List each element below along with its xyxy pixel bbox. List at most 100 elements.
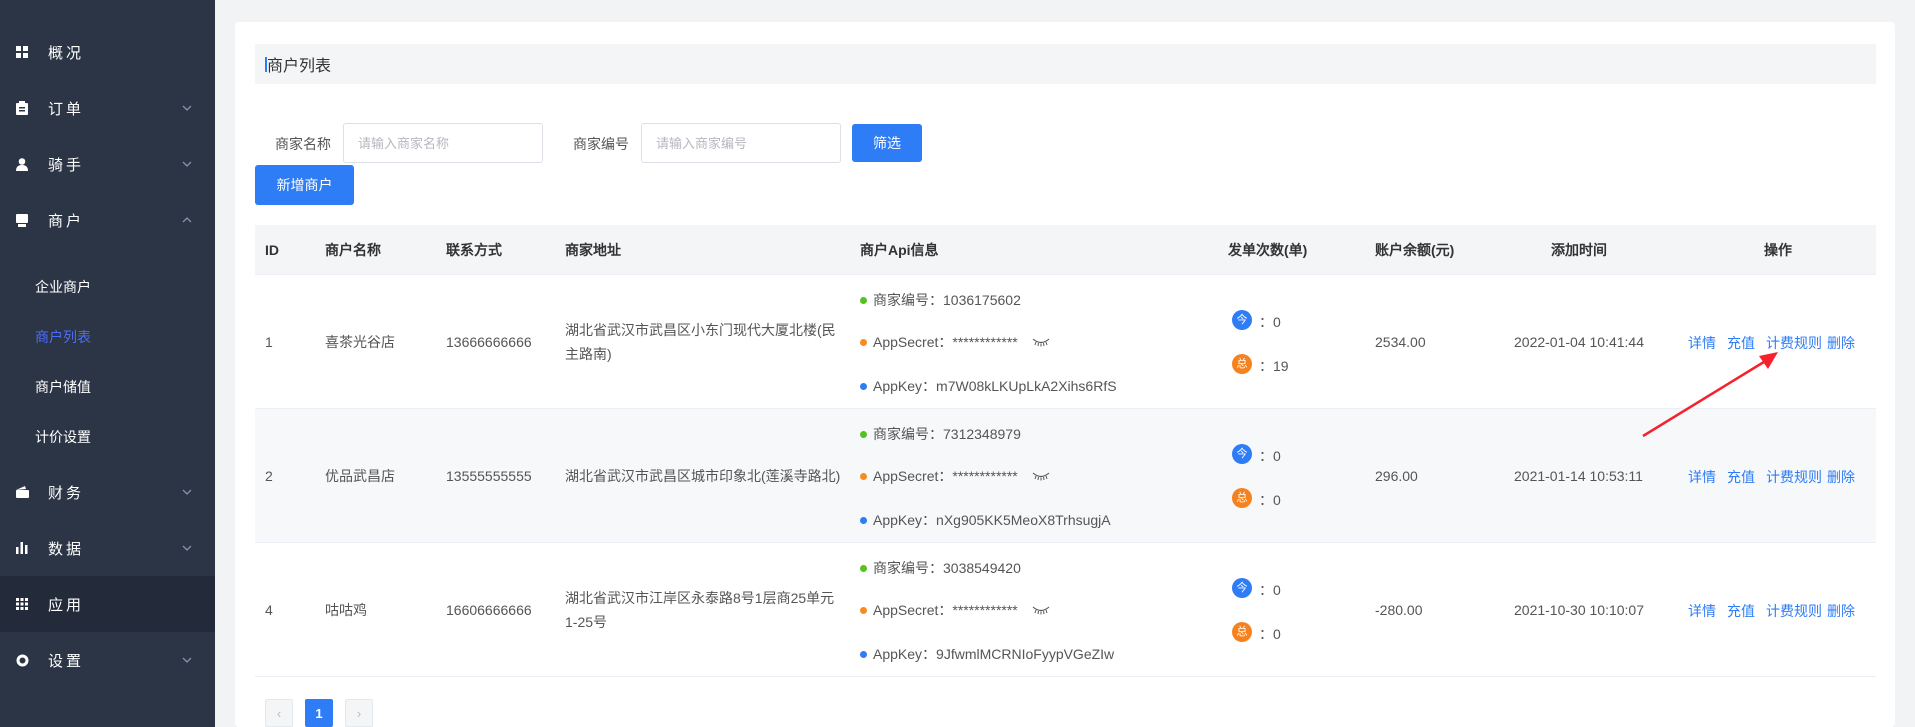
user-icon (14, 156, 30, 172)
sub-item-merchant-list[interactable]: 商户列表 (0, 312, 215, 362)
app-secret: AppSecret：************ (873, 334, 1018, 350)
app-secret: AppSecret：************ (873, 602, 1018, 618)
account-balance: -280.00 (1375, 602, 1423, 618)
merchant-code: 商家编号：1036175602 (873, 292, 1021, 308)
account-balance: 2534.00 (1375, 334, 1426, 350)
added-time: 2022-01-04 10:41:44 (1514, 334, 1644, 350)
wallet-icon (14, 484, 30, 500)
nav-item-data[interactable]: 数据 (0, 520, 215, 576)
chevron-down-icon (182, 489, 192, 495)
column-header: 发单次数(单) (1228, 242, 1308, 258)
merchant-id: 1 (265, 334, 273, 350)
table-row: 1 喜茶光谷店 13666666666 湖北省武汉市武昌区小东门现代大厦北楼(民… (255, 275, 1876, 409)
nav-label: 骑手 (48, 156, 85, 174)
total-badge-icon: 总 (1232, 354, 1252, 374)
recharge-link[interactable]: 充值 (1727, 467, 1755, 487)
sub-item-enterprise-merchants[interactable]: 企业商户 (0, 262, 215, 312)
today-order-count: ：0 (1259, 582, 1281, 598)
merchant-address: 湖北省武汉市武昌区城市印象北(莲溪寺路北) (565, 468, 841, 484)
chevron-up-icon (182, 217, 192, 223)
merchant-name: 咕咕鸡 (325, 602, 367, 618)
delete-link[interactable]: 删除 (1827, 467, 1855, 487)
nav-item-riders[interactable]: 骑手 (0, 136, 215, 192)
nav-label: 财务 (48, 484, 85, 502)
nav-item-finance[interactable]: 财务 (0, 464, 215, 520)
merchant-name-input[interactable] (343, 123, 543, 163)
added-time: 2021-10-30 10:10:07 (1514, 602, 1644, 618)
column-header: 账户余额(元) (1375, 242, 1455, 258)
sub-item-pricing-settings[interactable]: 计价设置 (0, 412, 215, 462)
column-header: 添加时间 (1551, 242, 1607, 258)
prev-page-button[interactable]: ‹ (265, 699, 293, 727)
sub-item-merchant-balance[interactable]: 商户储值 (0, 362, 215, 412)
table-header: ID 商户名称 联系方式 商家地址 商户Api信息 发单次数(单) 账户余额(元… (255, 225, 1876, 275)
nav-label: 商户 (48, 212, 85, 230)
merchant-id: 2 (265, 468, 273, 484)
nav-item-orders[interactable]: 订单 (0, 80, 215, 136)
merchant-name-label: 商家名称 (275, 136, 331, 152)
recharge-link[interactable]: 充值 (1727, 601, 1755, 621)
app-secret: AppSecret：************ (873, 468, 1018, 484)
nav-item-overview[interactable]: 概况 (0, 24, 215, 80)
content-card: 商户列表 商家名称 商家编号 筛选 新增商户 ID 商户名称 联系方式 商家地址… (235, 22, 1895, 727)
page-title: 商户列表 (255, 44, 1876, 84)
add-merchant-button[interactable]: 新增商户 (255, 165, 354, 205)
bar-chart-icon (14, 540, 30, 556)
filter-button[interactable]: 筛选 (852, 124, 922, 162)
today-badge-icon: 今 (1232, 578, 1252, 598)
nav-item-settings[interactable]: 设置 (0, 632, 215, 688)
merchant-address: 湖北省武汉市武昌区小东门现代大厦北楼(民主路南) (565, 322, 836, 362)
eye-closed-icon[interactable] (1032, 605, 1050, 615)
today-badge-icon: 今 (1232, 444, 1252, 464)
clipboard-icon (14, 100, 30, 116)
billing-rule-link[interactable]: 计费规则 (1766, 601, 1822, 621)
total-order-count: ：0 (1259, 492, 1281, 508)
nav-label: 应用 (48, 596, 85, 614)
detail-link[interactable]: 详情 (1688, 467, 1716, 487)
billing-rule-link[interactable]: 计费规则 (1766, 467, 1822, 487)
next-page-button[interactable]: › (345, 699, 373, 727)
account-balance: 296.00 (1375, 468, 1418, 484)
nav-item-apps[interactable]: 应用 (0, 576, 215, 632)
merchant-address: 湖北省武汉市江岸区永泰路8号1层商25单元1-25号 (565, 590, 835, 630)
chevron-down-icon (182, 105, 192, 111)
merchant-id: 4 (265, 602, 273, 618)
nav-item-merchants[interactable]: 商户 (0, 192, 215, 248)
added-time: 2021-01-14 10:53:11 (1514, 468, 1643, 484)
merchant-phone: 13555555555 (446, 468, 532, 484)
orange-dot-icon (860, 606, 867, 614)
store-icon (14, 212, 30, 228)
delete-link[interactable]: 删除 (1827, 333, 1855, 353)
detail-link[interactable]: 详情 (1688, 601, 1716, 621)
column-header: 操作 (1764, 242, 1792, 258)
today-order-count: ：0 (1259, 314, 1281, 330)
eye-closed-icon[interactable] (1032, 337, 1050, 347)
merchant-code: 商家编号：7312348979 (873, 426, 1021, 442)
today-order-count: ：0 (1259, 448, 1281, 464)
merchant-phone: 16606666666 (446, 602, 532, 618)
green-dot-icon (860, 296, 867, 304)
chevron-down-icon (182, 545, 192, 551)
grid-icon (14, 44, 30, 60)
orange-dot-icon (860, 472, 867, 480)
column-header: 商户名称 (325, 242, 381, 258)
sidebar: 概况 订单 骑手 商户 企业商户 商户列表 商户储值 计价设置 财务 数据 应用… (0, 0, 215, 727)
merchant-name: 喜茶光谷店 (325, 334, 395, 350)
merchant-name: 优品武昌店 (325, 468, 395, 484)
nav-label: 数据 (48, 540, 85, 558)
orange-dot-icon (860, 338, 867, 346)
total-badge-icon: 总 (1232, 488, 1252, 508)
blue-dot-icon (860, 516, 867, 524)
page-number-button[interactable]: 1 (305, 699, 333, 727)
chevron-down-icon (182, 161, 192, 167)
blue-dot-icon (860, 382, 867, 390)
total-order-count: ：0 (1259, 626, 1281, 642)
gear-icon (14, 652, 30, 668)
nav-label: 订单 (48, 100, 85, 118)
merchant-code-input[interactable] (641, 123, 841, 163)
merchant-sub-menu: 企业商户 商户列表 商户储值 计价设置 (0, 260, 215, 460)
table-row: 4 咕咕鸡 16606666666 湖北省武汉市江岸区永泰路8号1层商25单元1… (255, 543, 1876, 677)
eye-closed-icon[interactable] (1032, 471, 1050, 481)
delete-link[interactable]: 删除 (1827, 601, 1855, 621)
column-header: ID (265, 242, 279, 258)
